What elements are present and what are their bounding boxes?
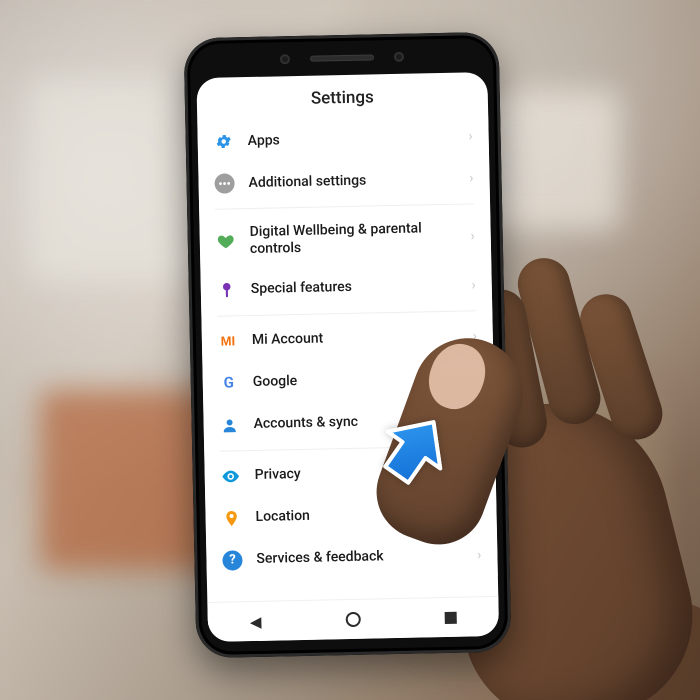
nav-back-button[interactable]: ◀ — [250, 612, 262, 630]
settings-row-additional-settings[interactable]: Additional settings › — [198, 157, 490, 205]
bg-blob — [30, 80, 190, 280]
settings-row-google[interactable]: G Google › — [202, 357, 494, 405]
chevron-right-icon: › — [475, 463, 480, 479]
chevron-right-icon: › — [476, 505, 481, 521]
chevron-right-icon: › — [470, 228, 475, 244]
android-nav-bar: ◀ — [207, 596, 499, 642]
settings-row-label: Additional settings — [248, 170, 455, 191]
user-icon — [219, 415, 239, 435]
settings-row-label: Apps — [248, 128, 455, 149]
settings-row-services-feedback[interactable]: ? Services & feedback › — [206, 534, 498, 582]
settings-row-location[interactable]: Location › — [205, 492, 497, 540]
settings-row-label: Location — [255, 505, 462, 526]
settings-row-apps[interactable]: Apps › — [197, 115, 489, 163]
settings-row-mi-account[interactable]: MI Mi Account › — [201, 315, 493, 363]
scene-background: Settings Apps › Additional settings › — [0, 0, 700, 700]
pin-icon — [221, 508, 241, 528]
wand-icon — [217, 280, 237, 300]
mi-icon: MI — [218, 331, 238, 351]
settings-row-special-features[interactable]: Special features › — [200, 264, 492, 312]
chevron-right-icon: › — [469, 170, 474, 186]
chevron-right-icon: › — [468, 128, 473, 144]
settings-row-label: Digital Wellbeing & parental controls — [249, 220, 456, 258]
settings-row-label: Services & feedback — [256, 547, 463, 568]
settings-row-digital-wellbeing[interactable]: Digital Wellbeing & parental controls › — [199, 208, 491, 270]
phone-sensors — [184, 50, 499, 67]
gear-icon — [214, 131, 234, 151]
nav-home-button[interactable] — [345, 612, 360, 627]
chevron-right-icon: › — [473, 370, 478, 386]
settings-list: Apps › Additional settings › Digit — [197, 115, 498, 582]
settings-row-label: Google — [253, 370, 460, 391]
chevron-right-icon: › — [477, 547, 482, 563]
phone-frame: Settings Apps › Additional settings › — [184, 32, 512, 658]
google-icon: G — [219, 373, 239, 393]
callout-arrow — [368, 410, 460, 490]
phone-screen: Settings Apps › Additional settings › — [196, 72, 499, 642]
settings-row-label: Mi Account — [252, 328, 459, 349]
chevron-right-icon: › — [472, 328, 477, 344]
heart-icon — [216, 231, 236, 251]
nav-recent-button[interactable] — [444, 611, 456, 623]
dots-icon — [214, 173, 234, 193]
settings-row-label: Special features — [251, 277, 458, 298]
chevron-right-icon: › — [471, 277, 476, 293]
page-title: Settings — [196, 72, 488, 121]
question-icon: ? — [222, 550, 242, 570]
chevron-right-icon: › — [474, 412, 479, 428]
eye-icon — [221, 466, 241, 486]
